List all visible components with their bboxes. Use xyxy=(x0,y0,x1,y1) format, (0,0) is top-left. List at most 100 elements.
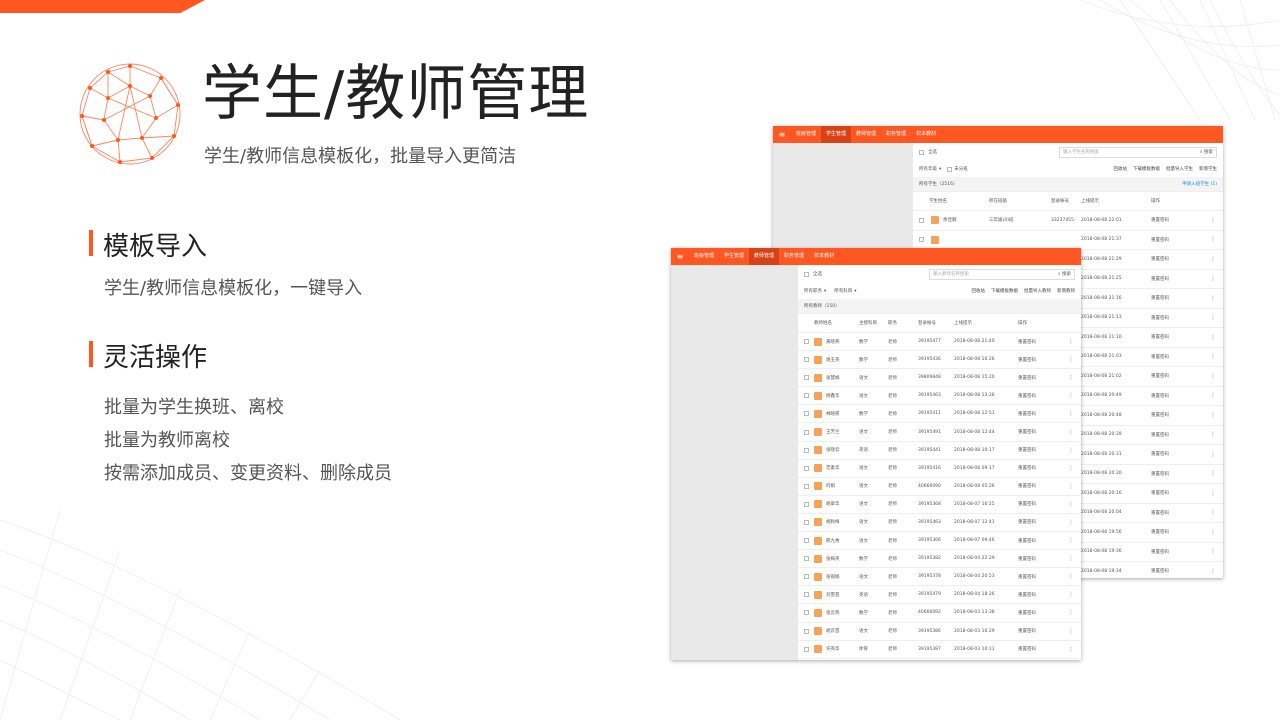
more-icon[interactable]: ⋮ xyxy=(1210,236,1216,243)
table-row[interactable]: 王芳兰 语文 老师 39195491 2018-08-08 12:44 重置密码 ⋮ xyxy=(798,423,1081,442)
tab-class[interactable]: 班级管理 xyxy=(791,126,821,143)
reset-password-link[interactable]: 重置密码 xyxy=(1018,628,1036,634)
student-search-input[interactable]: 输入学生名称搜索 ⌕ 搜索 xyxy=(1059,146,1217,158)
tab-students[interactable]: 学生管理 xyxy=(719,248,749,265)
tab-materials[interactable]: 校本教材 xyxy=(809,248,839,265)
table-row[interactable]: 郑红霞语文老师391954812018-08-03 10:02重置密码⋮ xyxy=(798,659,1081,660)
more-icon[interactable]: ⋮ xyxy=(1210,412,1216,419)
more-icon[interactable]: ⋮ xyxy=(1068,501,1074,508)
table-row[interactable]: 余佳颖 三年级(4)班 33237455 2018-08-08 22:01 重置密码 ⋮ xyxy=(913,211,1223,231)
reset-password-link[interactable]: 重置密码 xyxy=(1151,334,1169,340)
more-icon[interactable]: ⋮ xyxy=(1210,256,1216,263)
more-icon[interactable]: ⋮ xyxy=(1068,410,1074,417)
row-checkbox[interactable] xyxy=(804,501,809,507)
table-row[interactable]: 胡翠华 语文 老师 39195368 2018-08-07 16:25 重置密码 ⋮ xyxy=(798,496,1081,514)
search-icon[interactable]: ⌕ 搜索 xyxy=(1200,149,1213,155)
reset-password-link[interactable]: 重置密码 xyxy=(1018,483,1036,489)
more-icon[interactable]: ⋮ xyxy=(1068,609,1074,616)
reset-password-link[interactable]: 重置密码 xyxy=(1151,490,1169,496)
more-icon[interactable]: ⋮ xyxy=(1210,568,1216,575)
table-row[interactable]: 张丽娟 语文 老师 39195378 2018-08-04 20:53 重置密码 ⋮ xyxy=(798,568,1081,587)
table-row[interactable]: 刘雪芸 英语 老师 39195479 2018-08-04 18:26 重置密码 ⋮ xyxy=(798,586,1081,605)
row-checkbox[interactable] xyxy=(804,483,809,489)
reset-password-link[interactable]: 重置密码 xyxy=(1018,519,1036,525)
table-row[interactable]: 谢玉英 数学 老师 39195436 2018-08-08 16:26 重置密码 ⋮ xyxy=(798,351,1081,370)
more-icon[interactable]: ⋮ xyxy=(1210,314,1216,321)
more-icon[interactable]: ⋮ xyxy=(1210,431,1216,438)
table-row[interactable]: 胡秋梅 语文 老师 39195463 2018-08-07 12:41 重置密码 ⋮ xyxy=(798,514,1081,533)
row-checkbox[interactable] xyxy=(804,411,809,417)
reset-password-link[interactable]: 重置密码 xyxy=(1151,432,1169,438)
row-checkbox[interactable] xyxy=(804,556,809,562)
row-checkbox[interactable] xyxy=(804,628,809,634)
download-template-button[interactable]: 下载模板数据 xyxy=(991,288,1018,294)
row-checkbox[interactable] xyxy=(804,574,809,580)
table-row[interactable]: 张慧娟 语文 老师 39809848 2018-08-08 15:20 重置密码 ⋮ xyxy=(798,369,1081,388)
row-checkbox[interactable] xyxy=(919,237,924,243)
more-icon[interactable]: ⋮ xyxy=(1068,465,1074,472)
reset-password-link[interactable]: 重置密码 xyxy=(1151,393,1169,399)
more-icon[interactable]: ⋮ xyxy=(1068,591,1074,598)
more-icon[interactable]: ⋮ xyxy=(1210,373,1216,380)
reset-password-link[interactable]: 重置密码 xyxy=(1018,375,1036,381)
reset-password-link[interactable]: 重置密码 xyxy=(1018,592,1036,598)
reset-password-link[interactable]: 重置密码 xyxy=(1151,451,1169,457)
reset-password-link[interactable]: 重置密码 xyxy=(1151,217,1169,223)
more-icon[interactable]: ⋮ xyxy=(1068,374,1074,381)
row-checkbox[interactable] xyxy=(804,610,809,616)
reset-password-link[interactable]: 重置密码 xyxy=(1018,411,1036,417)
tab-students[interactable]: 学生管理 xyxy=(821,126,852,143)
apply-link[interactable]: 申请入班学生 (1) xyxy=(1182,181,1217,187)
reset-password-link[interactable]: 重置密码 xyxy=(1151,354,1169,360)
reset-password-link[interactable]: 重置密码 xyxy=(1018,447,1036,453)
grade-filter[interactable]: 所有年级 xyxy=(919,166,937,172)
more-icon[interactable]: ⋮ xyxy=(1068,646,1074,653)
reset-password-link[interactable]: 重置密码 xyxy=(1151,256,1169,262)
reset-password-link[interactable]: 重置密码 xyxy=(1151,276,1169,282)
recycle-bin-button[interactable]: 回收站 xyxy=(1114,166,1128,172)
table-row[interactable]: 林晓筱 数学 老师 39195411 2018-08-08 12:51 重置密码 ⋮ xyxy=(798,405,1081,424)
reset-password-link[interactable]: 重置密码 xyxy=(1018,357,1036,363)
more-icon[interactable]: ⋮ xyxy=(1210,217,1216,224)
table-row[interactable]: 何娟 语文 老师 40666090 2018-08-08 05:26 重置密码 ⋮ xyxy=(798,478,1081,496)
row-checkbox[interactable] xyxy=(804,357,809,363)
reset-password-link[interactable]: 重置密码 xyxy=(1151,295,1169,301)
row-checkbox[interactable] xyxy=(804,465,809,471)
more-icon[interactable]: ⋮ xyxy=(1210,470,1216,477)
add-teacher-button[interactable]: 新增教师 xyxy=(1057,288,1075,294)
tab-teachers[interactable]: 教师管理 xyxy=(749,248,780,265)
row-checkbox[interactable] xyxy=(804,393,809,399)
unassigned-checkbox[interactable] xyxy=(947,166,953,172)
more-icon[interactable]: ⋮ xyxy=(1068,447,1074,454)
more-icon[interactable]: ⋮ xyxy=(1210,353,1216,360)
row-checkbox[interactable] xyxy=(804,538,809,544)
more-icon[interactable]: ⋮ xyxy=(1068,429,1074,436)
download-template-button[interactable]: 下载模板数据 xyxy=(1133,166,1160,172)
role-filter[interactable]: 所有职务 xyxy=(804,288,822,294)
more-icon[interactable]: ⋮ xyxy=(1068,392,1074,399)
batch-import-button[interactable]: 批量导入教师 xyxy=(1024,288,1051,294)
more-icon[interactable]: ⋮ xyxy=(1068,628,1074,635)
table-row[interactable]: 范素华 语文 老师 39195416 2018-08-08 09:17 重置密码 ⋮ xyxy=(798,460,1081,478)
more-icon[interactable]: ⋮ xyxy=(1068,356,1074,363)
reset-password-link[interactable]: 重置密码 xyxy=(1151,549,1169,555)
row-checkbox[interactable] xyxy=(804,646,809,652)
table-row[interactable]: 黄晓燕 数学 老师 39195477 2018-08-08 21:40 重置密码 ⋮ xyxy=(798,333,1081,352)
menu-icon[interactable]: ≡ xyxy=(671,252,689,261)
table-row[interactable]: 张晓云 英语 老师 39195441 2018-08-08 10:17 重置密码 ⋮ xyxy=(798,442,1081,460)
more-icon[interactable]: ⋮ xyxy=(1210,451,1216,458)
tab-class[interactable]: 班级管理 xyxy=(689,248,719,265)
reset-password-link[interactable]: 重置密码 xyxy=(1151,412,1169,418)
table-row[interactable]: 邢九秀 语文 老师 39195366 2018-08-07 09:46 重置密码 ⋮ xyxy=(798,532,1081,551)
reset-password-link[interactable]: 重置密码 xyxy=(1018,574,1036,580)
reset-password-link[interactable]: 重置密码 xyxy=(1018,339,1036,345)
reset-password-link[interactable]: 重置密码 xyxy=(1018,465,1036,471)
table-row[interactable]: 许英华 体育 老师 39195387 2018-08-03 10:11 重置密码 ⋮ xyxy=(798,641,1081,659)
more-icon[interactable]: ⋮ xyxy=(1210,490,1216,497)
batch-import-button[interactable]: 批量导入学生 xyxy=(1166,166,1193,172)
more-icon[interactable]: ⋮ xyxy=(1210,548,1216,555)
recycle-bin-button[interactable]: 回收站 xyxy=(972,288,986,294)
row-checkbox[interactable] xyxy=(804,447,809,453)
select-all-checkbox[interactable] xyxy=(919,149,924,155)
reset-password-link[interactable]: 重置密码 xyxy=(1018,501,1036,507)
